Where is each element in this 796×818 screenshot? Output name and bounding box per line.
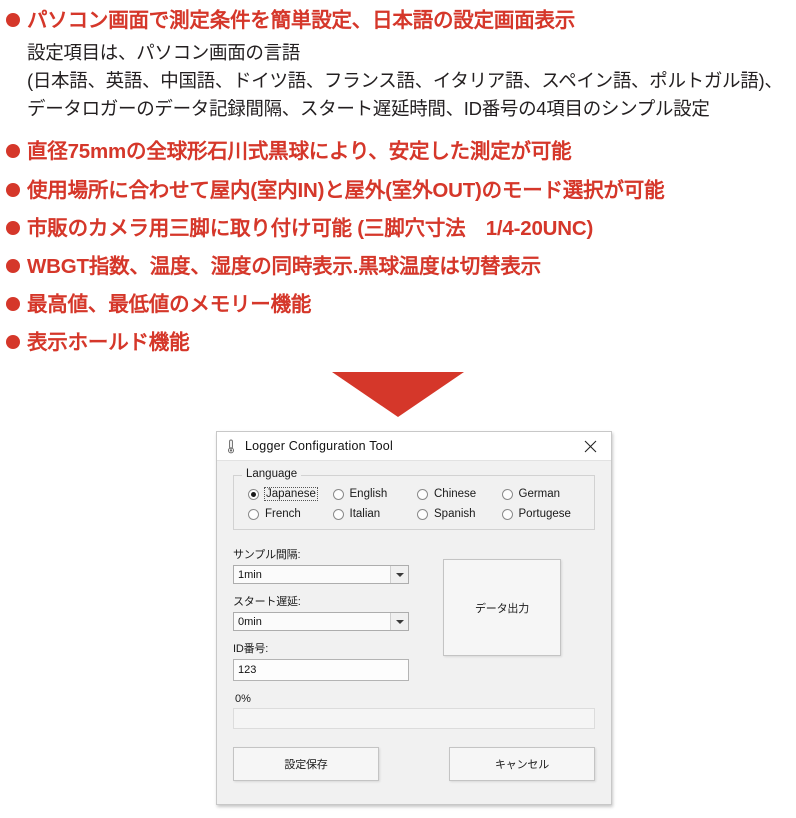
radio-english[interactable]: English [332, 488, 418, 500]
arrow-container [0, 372, 796, 417]
feature-item: 使用場所に合わせて屋内(室内IN)と屋外(室外OUT)のモード選択が可能 [0, 176, 796, 205]
close-icon[interactable] [569, 432, 611, 460]
settings-fields: サンプル間隔: 1min スタート遅延: 0min ID番号: 123 [233, 546, 409, 681]
radio-label: Spanish [434, 508, 476, 520]
cancel-button[interactable]: キャンセル [449, 747, 595, 781]
settings-form: サンプル間隔: 1min スタート遅延: 0min ID番号: 123 データ出… [233, 546, 595, 681]
progress-label: 0% [235, 693, 251, 705]
feature-item: 直径75mmの全球形石川式黒球により、安定した測定が可能 [0, 137, 796, 166]
radio-spanish[interactable]: Spanish [417, 508, 502, 520]
radio-german[interactable]: German [501, 488, 587, 500]
feature-text: 市販のカメラ用三脚に取り付け可能 (三脚穴寸法 1/4-20UNC) [27, 216, 594, 240]
feature-item: 最高値、最低値のメモリー機能 [0, 290, 796, 319]
feature-subtext: 設定項目は、パソコン画面の言語 (日本語、英語、中国語、ドイツ語、フランス語、イ… [27, 42, 783, 120]
id-number-input[interactable]: 123 [233, 659, 409, 681]
feature-text: 直径75mmの全球形石川式黒球により、安定した測定が可能 [27, 140, 572, 164]
radio-japanese[interactable]: Japanese [248, 487, 333, 501]
dialog-body: Language Japanese English Chinese German [217, 461, 611, 804]
sample-interval-value: 1min [238, 568, 262, 581]
id-number-label: ID番号: [233, 643, 269, 655]
radio-label: Italian [349, 508, 381, 520]
data-output-area: データ出力 [409, 546, 595, 681]
dialog-title: Logger Configuration Tool [245, 439, 393, 453]
radio-label: English [349, 488, 388, 500]
radio-mark-icon [332, 508, 344, 520]
radio-italian[interactable]: Italian [332, 508, 418, 520]
data-output-button[interactable]: データ出力 [443, 559, 561, 656]
feature-item: 表示ホールド機能 [0, 328, 796, 357]
bullet-dot-icon [6, 144, 20, 159]
radio-mark-icon [501, 488, 513, 500]
radio-label: Chinese [434, 488, 477, 500]
save-settings-button[interactable]: 設定保存 [233, 747, 379, 781]
radio-french[interactable]: French [248, 508, 333, 520]
chevron-down-icon[interactable] [390, 613, 408, 630]
feature-item: WBGT指数、温度、湿度の同時表示.黒球温度は切替表示 [0, 252, 796, 281]
chevron-down-icon[interactable] [390, 566, 408, 583]
feature-list: パソコン画面で測定条件を簡単設定、日本語の設定画面表示 設定項目は、パソコン画面… [0, 0, 796, 357]
feature-text: 表示ホールド機能 [27, 330, 190, 354]
radio-mark-icon [417, 488, 428, 500]
radio-portugese[interactable]: Portugese [501, 508, 587, 520]
sample-interval-label: サンプル間隔: [233, 549, 301, 561]
dialog-titlebar: Logger Configuration Tool [217, 432, 611, 461]
bullet-dot-icon [6, 13, 20, 27]
feature-item: パソコン画面で測定条件を簡単設定、日本語の設定画面表示 [0, 6, 796, 35]
start-delay-label: スタート遅延: [233, 596, 301, 608]
bullet-dot-icon [6, 220, 20, 235]
start-delay-value: 0min [238, 615, 262, 628]
progress-bar [233, 708, 595, 729]
thermometer-icon [224, 438, 238, 454]
feature-item: 市販のカメラ用三脚に取り付け可能 (三脚穴寸法 1/4-20UNC) [0, 214, 796, 243]
feature-text: パソコン画面で測定条件を簡単設定、日本語の設定画面表示 [27, 9, 576, 32]
bullet-dot-icon [6, 334, 20, 349]
radio-label: Japanese [264, 487, 318, 501]
radio-label: Portugese [518, 508, 571, 520]
dialog-actions: 設定保存 キャンセル [233, 747, 595, 781]
radio-label: German [518, 488, 561, 500]
radio-chinese[interactable]: Chinese [417, 488, 502, 500]
feature-text: 使用場所に合わせて屋内(室内IN)と屋外(室外OUT)のモード選択が可能 [27, 178, 665, 202]
radio-mark-icon [332, 488, 344, 500]
feature-block-1: パソコン画面で測定条件を簡単設定、日本語の設定画面表示 設定項目は、パソコン画面… [0, 6, 796, 123]
start-delay-select[interactable]: 0min [233, 612, 409, 631]
radio-mark-icon [501, 508, 513, 520]
language-legend: Language [242, 468, 302, 480]
radio-mark-icon [248, 508, 259, 520]
radio-mark-icon [248, 488, 259, 500]
sample-interval-select[interactable]: 1min [233, 565, 409, 584]
down-arrow-icon [332, 372, 464, 417]
language-radio-grid: Japanese English Chinese German French I… [242, 485, 586, 520]
radio-mark-icon [417, 508, 428, 520]
feature-text: 最高値、最低値のメモリー機能 [27, 292, 312, 316]
bullet-dot-icon [6, 182, 20, 197]
radio-label: French [265, 508, 301, 520]
bullet-dot-icon [6, 258, 20, 273]
feature-text: WBGT指数、温度、湿度の同時表示.黒球温度は切替表示 [27, 254, 541, 278]
logger-configuration-dialog: Logger Configuration Tool Language Japan… [216, 431, 612, 805]
language-group: Language Japanese English Chinese German [233, 468, 595, 530]
bullet-dot-icon [6, 296, 20, 311]
